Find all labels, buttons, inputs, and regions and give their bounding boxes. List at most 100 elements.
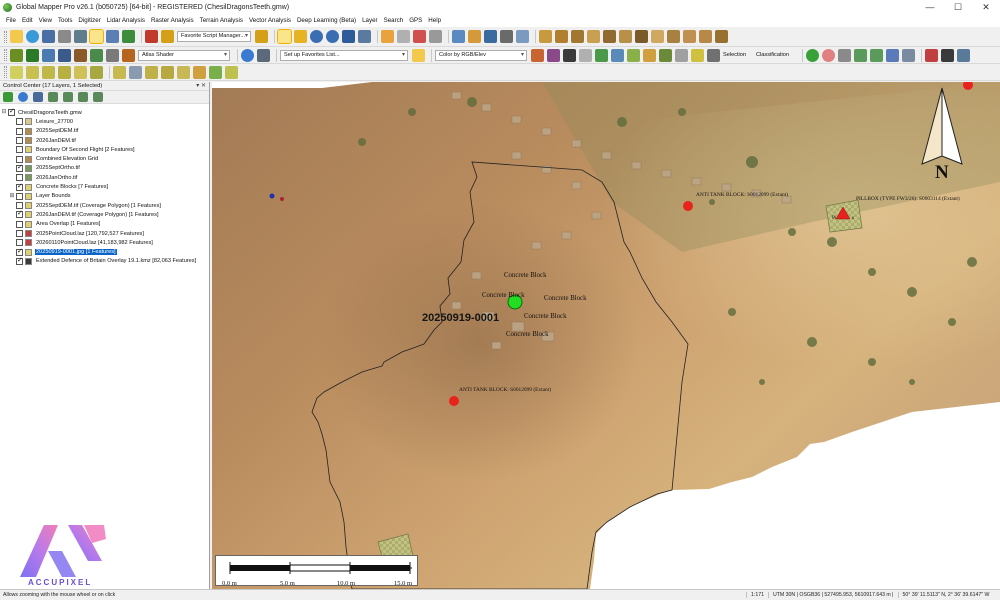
layer-visibility-checkbox[interactable] [16,137,23,145]
layer-row[interactable]: 20260110PointCloud.laz [41,183,982 Featu… [0,238,209,247]
line-tool-icon[interactable] [58,65,71,79]
menu-digitizer[interactable]: Digitizer [78,17,100,24]
digitize-icon[interactable] [484,30,497,43]
measure-icon[interactable] [452,30,465,43]
layer-visibility-checkbox[interactable] [16,164,23,172]
terrain-tool-icon[interactable] [667,30,680,43]
layer-row[interactable]: 20250919-0001.jpg [1 Features] [0,247,209,256]
map-layout-icon[interactable] [924,48,938,62]
menu-lidar-analysis[interactable]: Lidar Analysis [107,17,145,24]
layer-row[interactable]: 2026JanOrtho.tif [0,173,209,182]
selection-dropdown[interactable]: Selection [723,52,746,58]
page-icon[interactable] [397,30,410,43]
layer-options-icon[interactable] [63,92,73,102]
wrench-icon[interactable] [74,30,87,43]
layer-row[interactable]: 2026JanDEM.tif [0,136,209,145]
panel-buttons[interactable]: ▾ ✕ [196,82,206,91]
control-center-icon[interactable] [89,29,104,44]
layout-icon[interactable] [106,30,119,43]
menu-search[interactable]: Search [384,17,404,24]
measure-tool-icon[interactable] [225,65,238,79]
grid-icon[interactable] [58,48,71,62]
menu-file[interactable]: File [6,17,16,24]
tree-root[interactable]: ⊟ ChesilDragonsTeeth.gmw [0,108,209,117]
collapse-icon[interactable]: ⊟ [0,109,8,116]
layer-options-icon[interactable] [78,92,88,102]
shader-palette-icon[interactable] [122,48,135,62]
layer-visibility-checkbox[interactable] [16,220,23,228]
layer-row[interactable]: 2025SeptOrtho.tif [0,164,209,173]
layer-tool-icon[interactable] [145,30,158,43]
terrain-tool-icon[interactable] [539,30,552,43]
layer-row[interactable]: 2025SeptDEM.tif [0,127,209,136]
script-icon[interactable] [122,30,135,43]
layer-visibility-checkbox[interactable] [16,202,23,210]
layer-visibility-checkbox[interactable] [16,155,23,163]
back-arrow-icon[interactable] [342,30,355,43]
close-button[interactable]: ✕ [972,0,1000,14]
path-profile-icon[interactable] [500,30,513,43]
toolbar-grip[interactable] [4,49,7,61]
minimize-button[interactable]: — [916,0,944,14]
menu-deep-learning[interactable]: Deep Learning (Beta) [297,17,356,24]
layer-visibility-checkbox[interactable] [16,257,23,265]
root-checkbox[interactable] [8,108,15,117]
line-tool-icon[interactable] [90,65,103,79]
measure-tool-icon[interactable] [113,65,126,79]
layer-row[interactable]: ⊞ Layer Bounds [0,192,209,201]
add-layer-icon[interactable] [3,92,13,102]
binoculars-icon[interactable] [940,48,954,62]
layer-options-icon[interactable] [48,92,58,102]
gps-tool-icon[interactable] [837,48,851,62]
elevation-icon[interactable] [90,48,103,62]
toolbar-grip[interactable] [4,66,7,78]
shader-icon[interactable] [106,48,119,62]
lidar-tool-icon[interactable] [659,48,672,62]
save-icon[interactable] [42,30,55,43]
terrain-tool-icon[interactable] [635,30,648,43]
home-icon[interactable] [358,30,371,43]
menu-edit[interactable]: Edit [22,17,33,24]
layer-row[interactable]: Area Overlap [1 Features] [0,220,209,229]
triangle-icon[interactable] [579,48,592,62]
edit-icon[interactable] [429,30,442,43]
menu-view[interactable]: View [39,17,52,24]
open-folder-icon[interactable] [10,30,23,43]
measure-tool-icon[interactable] [161,65,174,79]
layer-visibility-checkbox[interactable] [16,230,23,237]
layer-list-icon[interactable] [33,92,43,102]
play-icon[interactable] [805,48,819,62]
web-globe-icon[interactable] [241,48,254,62]
grid-lines-icon[interactable] [257,48,270,62]
layer-row[interactable]: 2026JanDEM.tif (Coverage Polygon) [1 Fea… [0,210,209,219]
lidar-tool-icon[interactable] [595,48,608,62]
layer-row[interactable]: Concrete Blocks [7 Features] [0,182,209,191]
ruler-icon[interactable] [468,30,481,43]
search-map-icon[interactable] [956,48,970,62]
menu-raster-analysis[interactable]: Raster Analysis [151,17,194,24]
classify-icon[interactable] [563,48,576,62]
script-manager-combo[interactable]: Favorite Script Manager... [177,31,251,42]
lidar-tool-icon[interactable] [675,48,688,62]
layer-row[interactable]: Combined Elevation Grid [0,154,209,163]
menu-terrain-analysis[interactable]: Terrain Analysis [200,17,243,24]
line-tool-icon[interactable] [74,65,87,79]
layer-visibility-checkbox[interactable] [16,192,23,200]
lidar-tool-icon[interactable] [627,48,640,62]
layer-visibility-checkbox[interactable] [16,174,23,182]
zoom-in-icon[interactable] [310,30,323,43]
shader-combo[interactable]: Atlas Shader [138,49,230,61]
terrain-tool-icon[interactable] [683,30,696,43]
layer-row[interactable]: Leisure_27700 [0,117,209,126]
lidar-tool-icon[interactable] [691,48,704,62]
terrain-tool-icon[interactable] [587,30,600,43]
anti-tank-marker-2[interactable] [449,396,459,406]
layer-visibility-checkbox[interactable] [16,146,23,154]
terrain-tool-icon[interactable] [619,30,632,43]
lidar-tool-icon[interactable] [611,48,624,62]
terrain-tool-icon[interactable] [555,30,568,43]
delete-icon[interactable] [413,30,426,43]
contour-icon[interactable] [74,48,87,62]
layer-visibility-checkbox[interactable] [16,239,23,247]
globe-icon[interactable] [26,30,39,43]
